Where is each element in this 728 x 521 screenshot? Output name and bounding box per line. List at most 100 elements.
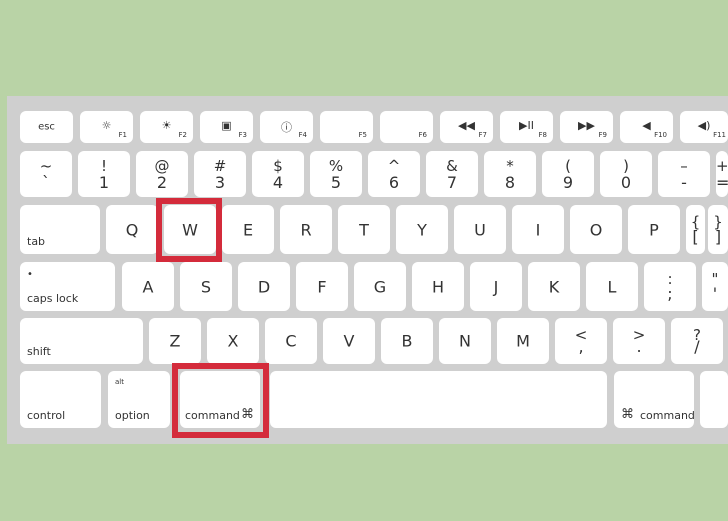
key-label: 1 — [98, 173, 110, 192]
key-u[interactable]: U — [454, 205, 506, 254]
key-label: T — [359, 220, 369, 239]
key-d[interactable]: D — [238, 262, 290, 311]
key-h[interactable]: H — [412, 262, 464, 311]
key-g[interactable]: G — [354, 262, 406, 311]
key-0[interactable]: ) 0 — [600, 151, 652, 197]
key-option[interactable]: alt option — [108, 371, 170, 428]
key-/[interactable]: ? / — [671, 318, 723, 364]
key-label: - — [681, 173, 687, 192]
key-5[interactable]: % 5 — [310, 151, 362, 197]
key-n[interactable]: N — [439, 318, 491, 364]
fn-label: F7 — [478, 131, 487, 139]
key-i[interactable]: I — [512, 205, 564, 254]
key-j[interactable]: J — [470, 262, 522, 311]
key-;[interactable]: :; — [644, 262, 696, 311]
fn-label: F3 — [238, 131, 247, 139]
key-label: command — [640, 409, 695, 422]
fn-label: F4 — [298, 131, 307, 139]
key-label: control — [27, 409, 66, 422]
key-7[interactable]: & 7 — [426, 151, 478, 197]
key-=[interactable]: + = — [716, 151, 728, 197]
key-b[interactable]: B — [381, 318, 433, 364]
key-label: I — [535, 220, 541, 239]
key-f4[interactable]: ⓘ F4 — [260, 111, 313, 143]
key-o[interactable]: O — [570, 205, 622, 254]
key-v[interactable]: V — [323, 318, 375, 364]
key-f2[interactable]: ☀ F2 — [140, 111, 193, 143]
key-label: = — [716, 173, 728, 192]
key-q[interactable]: Q — [106, 205, 158, 254]
key-label: ` — [42, 173, 50, 192]
key-label: tab — [27, 235, 46, 248]
key-f7[interactable]: ◀◀ F7 — [440, 111, 493, 143]
key-f3[interactable]: ▣ F3 — [200, 111, 253, 143]
key-t[interactable]: T — [338, 205, 390, 254]
key-f[interactable]: F — [296, 262, 348, 311]
highlight-command-key — [172, 363, 269, 438]
key-shift[interactable]: shift — [20, 318, 143, 364]
key-tab[interactable]: tab — [20, 205, 100, 254]
key-r[interactable]: R — [280, 205, 332, 254]
key-label: ; — [667, 284, 673, 303]
key-label: option — [115, 409, 150, 422]
key-x[interactable]: X — [207, 318, 259, 364]
key-f9[interactable]: ▶▶ F9 — [560, 111, 613, 143]
key-label: Z — [169, 331, 181, 351]
key-esc[interactable]: esc — [20, 111, 73, 143]
alt-label: alt — [115, 378, 124, 386]
key-6[interactable]: ^ 6 — [368, 151, 420, 197]
key-caps-lock[interactable]: • caps lock — [20, 262, 115, 311]
key-a[interactable]: A — [122, 262, 174, 311]
key-label: 7 — [446, 173, 458, 192]
key-.[interactable]: >. — [613, 318, 665, 364]
key-e[interactable]: E — [222, 205, 274, 254]
key-space[interactable] — [270, 371, 607, 428]
key-label: L — [607, 277, 617, 296]
fn-label: F9 — [598, 131, 607, 139]
key-l[interactable]: L — [586, 262, 638, 311]
key-8[interactable]: * 8 — [484, 151, 536, 197]
key-f11[interactable]: ◀) F11 — [680, 111, 728, 143]
key-p[interactable]: P — [628, 205, 680, 254]
key-z[interactable]: Z — [149, 318, 201, 364]
key-y[interactable]: Y — [396, 205, 448, 254]
key-4[interactable]: $4 — [252, 151, 304, 197]
key-label: caps lock — [27, 292, 79, 305]
key-[[interactable]: {[ — [686, 205, 705, 254]
key-k[interactable]: K — [528, 262, 580, 311]
key-control[interactable]: control — [20, 371, 101, 428]
key-f8[interactable]: ▶II F8 — [500, 111, 553, 143]
key-label: F — [317, 277, 327, 296]
key-][interactable]: }] — [708, 205, 728, 254]
key-right-command[interactable]: ⌘ command — [614, 371, 695, 428]
fn-label: F5 — [358, 131, 367, 139]
keyboard: esc ☼ F1 ☀ F2 ▣ F3 ⓘ F4 F5 F6 ◀◀ F7 ▶II F8 ▶▶ F9 ◀ F10 ◀) F1… — [7, 96, 728, 444]
key-label: C — [285, 331, 297, 351]
key-`[interactable]: ~ ` — [20, 151, 72, 197]
key-f6[interactable]: F6 — [380, 111, 433, 143]
key-label: [ — [692, 227, 699, 246]
key-m[interactable]: M — [497, 318, 549, 364]
key-c[interactable]: C — [265, 318, 317, 364]
key-f10[interactable]: ◀ F10 — [620, 111, 673, 143]
key-2[interactable]: @2 — [136, 151, 188, 197]
key-label: Y — [417, 220, 427, 239]
key-s[interactable]: S — [180, 262, 232, 311]
key-label: esc — [38, 121, 55, 133]
key-label: 4 — [272, 173, 284, 192]
key-3[interactable]: #3 — [194, 151, 246, 197]
key-,[interactable]: <, — [555, 318, 607, 364]
key-label: D — [257, 277, 271, 296]
key-label: K — [548, 277, 560, 296]
key-1[interactable]: ! 1 — [78, 151, 130, 197]
key-f1[interactable]: ☼ F1 — [80, 111, 133, 143]
fn-label: F2 — [178, 131, 187, 139]
key-right-option[interactable] — [700, 371, 728, 428]
key-9[interactable]: (9 — [542, 151, 594, 197]
key-f5[interactable]: F5 — [320, 111, 373, 143]
key-'[interactable]: " ' — [702, 262, 728, 311]
key--[interactable]: – - — [658, 151, 710, 197]
highlight-w-key — [156, 198, 222, 262]
key-label: V — [343, 331, 355, 351]
command-icon: ⌘ — [621, 407, 634, 422]
